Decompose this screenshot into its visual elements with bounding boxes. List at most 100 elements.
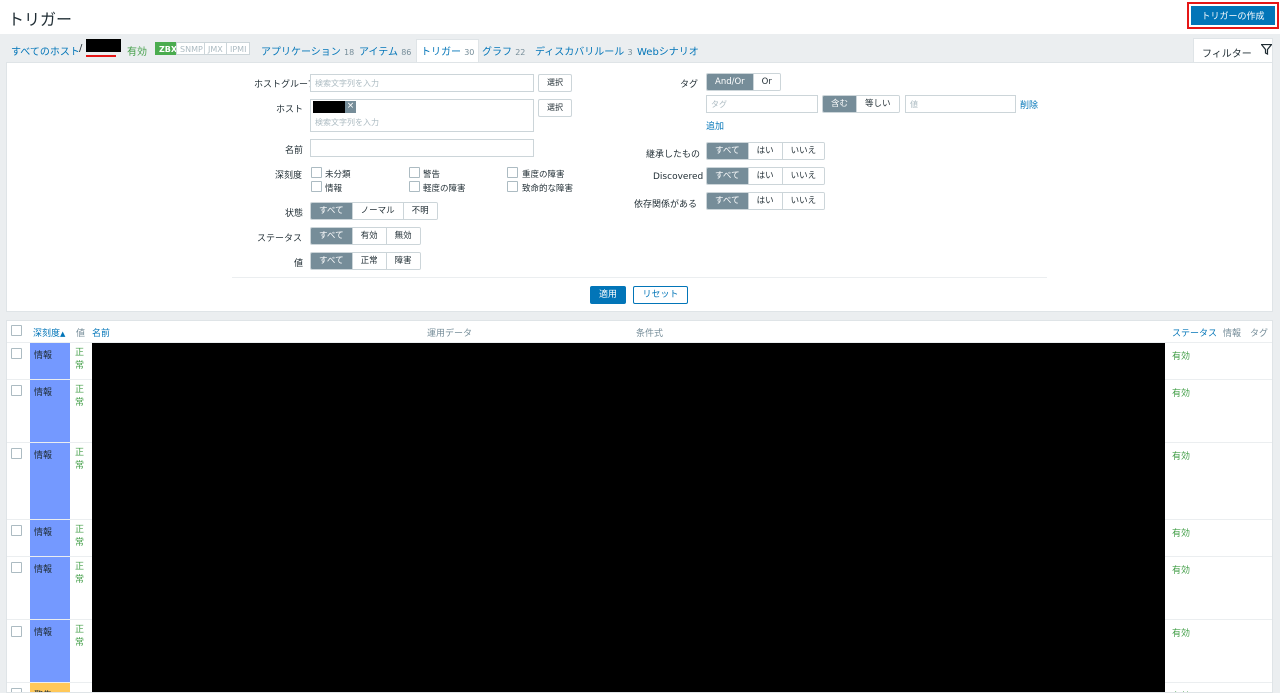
inherited-no[interactable]: いいえ	[782, 143, 825, 159]
state-all[interactable]: すべて	[311, 203, 353, 219]
nav-web-scenarios[interactable]: Webシナリオ	[637, 43, 699, 58]
row-status[interactable]: 有効	[1172, 563, 1190, 576]
row-checkbox[interactable]	[11, 385, 22, 396]
value-problem[interactable]: 障害	[386, 253, 420, 269]
discovered-label: Discovered	[653, 172, 704, 182]
row-value: 正常	[75, 448, 85, 471]
severity-label: 深刻度	[275, 171, 303, 181]
apply-button[interactable]: 適用	[590, 286, 626, 304]
page-header: トリガー トリガーの作成	[0, 0, 1280, 34]
row-value: 正常	[75, 562, 85, 585]
inherited-yes[interactable]: はい	[748, 143, 783, 159]
name-input[interactable]	[310, 139, 534, 157]
severity-warning-checkbox[interactable]	[409, 167, 420, 178]
state-label: 状態	[285, 209, 304, 219]
discovered-all[interactable]: すべて	[707, 168, 749, 184]
nav-discovery-rules[interactable]: ディスカバリルール 3	[535, 43, 633, 58]
tag-remove-link[interactable]: 削除	[1020, 98, 1038, 111]
host-underline	[86, 55, 116, 57]
tag-op-andor[interactable]: And/Or	[707, 74, 754, 90]
column-value: 値	[76, 329, 86, 339]
nav-triggers[interactable]: トリガー 30	[416, 39, 480, 62]
nav-applications[interactable]: アプリケーション 18	[261, 43, 354, 58]
severity-info-label: 情報	[325, 184, 343, 194]
severity-average-label: 軽度の障害	[423, 184, 466, 194]
tag-value-input[interactable]: 値	[905, 95, 1016, 113]
status-all[interactable]: すべて	[311, 228, 353, 244]
filter-panel	[6, 62, 1273, 312]
value-segmented: すべて 正常 障害	[310, 252, 421, 270]
snmp-badge: SNMP	[176, 42, 207, 55]
host-label: ホスト	[276, 105, 304, 115]
inherited-segmented: すべて はい いいえ	[706, 142, 826, 160]
row-status[interactable]: 有効	[1172, 449, 1190, 462]
row-status[interactable]: 有効	[1172, 626, 1190, 639]
state-unknown[interactable]: 不明	[403, 203, 437, 219]
row-severity: 情報	[30, 557, 70, 619]
host-chip-close-icon[interactable]: ×	[345, 101, 356, 113]
row-severity: 情報	[30, 343, 70, 379]
hostgroup-input[interactable]: 検索文字列を入力	[310, 74, 534, 92]
state-normal[interactable]: ノーマル	[352, 203, 404, 219]
row-checkbox[interactable]	[11, 525, 22, 536]
host-status-enabled[interactable]: 有効	[127, 43, 147, 58]
severity-warning-label: 警告	[423, 170, 441, 180]
severity-disaster-label: 致命的な障害	[522, 184, 574, 194]
status-label: ステータス	[257, 234, 303, 244]
tag-add-link[interactable]: 追加	[706, 119, 724, 132]
tag-op-or[interactable]: Or	[753, 74, 780, 90]
jmx-badge: JMX	[204, 42, 227, 55]
tag-match-segmented: 含む 等しい	[822, 95, 900, 113]
dependencies-yes[interactable]: はい	[748, 193, 783, 209]
discovered-yes[interactable]: はい	[748, 168, 783, 184]
status-enabled[interactable]: 有効	[352, 228, 387, 244]
row-status[interactable]: 有効	[1172, 526, 1190, 539]
select-all-checkbox[interactable]	[11, 325, 22, 336]
dependencies-all[interactable]: すべて	[707, 193, 749, 209]
ipmi-badge: IPMI	[226, 42, 251, 55]
create-trigger-button[interactable]: トリガーの作成	[1191, 6, 1275, 25]
row-severity: 情報	[30, 443, 70, 519]
value-all[interactable]: すべて	[311, 253, 353, 269]
row-status[interactable]: 有効	[1172, 689, 1190, 692]
row-checkbox[interactable]	[11, 688, 22, 692]
inherited-all[interactable]: すべて	[707, 143, 749, 159]
discovered-no[interactable]: いいえ	[782, 168, 825, 184]
severity-unclassified-checkbox[interactable]	[311, 167, 322, 178]
host-name-redacted[interactable]	[86, 39, 121, 52]
severity-high-checkbox[interactable]	[507, 167, 518, 178]
row-status[interactable]: 有効	[1172, 386, 1190, 399]
tag-match-equals[interactable]: 等しい	[857, 96, 899, 112]
all-hosts-link[interactable]: すべてのホスト	[11, 43, 80, 58]
severity-average-checkbox[interactable]	[409, 181, 420, 192]
row-checkbox[interactable]	[11, 626, 22, 637]
severity-info-checkbox[interactable]	[311, 181, 322, 192]
status-disabled[interactable]: 無効	[386, 228, 420, 244]
row-checkbox[interactable]	[11, 448, 22, 459]
column-name[interactable]: 名前	[92, 326, 110, 339]
filter-divider	[232, 277, 1047, 278]
redacted-trigger-content	[92, 343, 1165, 692]
nav-graphs[interactable]: グラフ 22	[482, 43, 525, 58]
column-status[interactable]: ステータス	[1172, 326, 1217, 339]
tag-match-contains[interactable]: 含む	[823, 96, 858, 112]
filter-tab[interactable]: フィルター	[1193, 38, 1273, 62]
value-ok[interactable]: 正常	[352, 253, 387, 269]
severity-unclassified-label: 未分類	[325, 170, 351, 180]
row-status[interactable]: 有効	[1172, 349, 1190, 362]
nav-items[interactable]: アイテム 86	[359, 43, 411, 58]
state-segmented: すべて ノーマル 不明	[310, 202, 438, 220]
dependencies-label: 依存関係がある	[634, 200, 698, 210]
row-severity: 情報	[30, 380, 70, 442]
column-severity[interactable]: 深刻度▲	[33, 326, 65, 339]
hostgroup-select-button[interactable]: 選択	[538, 74, 572, 92]
dependencies-no[interactable]: いいえ	[782, 193, 825, 209]
reset-button[interactable]: リセット	[633, 286, 688, 304]
row-severity: 警告	[30, 683, 70, 692]
severity-disaster-checkbox[interactable]	[507, 181, 518, 192]
host-select-button[interactable]: 選択	[538, 99, 572, 117]
tag-name-input[interactable]: タグ	[706, 95, 818, 113]
row-checkbox[interactable]	[11, 562, 22, 573]
name-label: 名前	[285, 146, 304, 156]
row-checkbox[interactable]	[11, 348, 22, 359]
